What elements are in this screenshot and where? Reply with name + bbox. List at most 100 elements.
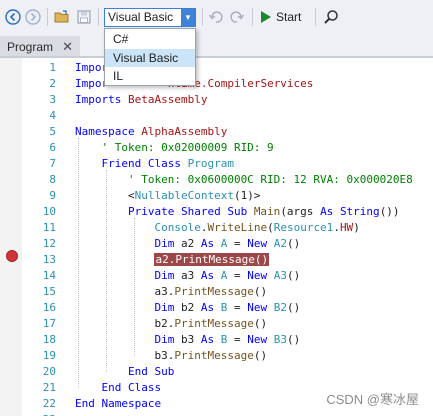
language-select[interactable]: Visual Basic ▼	[104, 8, 196, 27]
code-text[interactable]: <NullableContext(1)>	[75, 188, 260, 204]
line-number: 10	[42, 205, 56, 218]
code-text[interactable]: Console.WriteLine(Resource1.HW)	[75, 220, 360, 236]
code-text[interactable]: ' Token: 0x02000009 RID: 9	[75, 140, 273, 156]
toolbar: Visual Basic ▼ Start	[0, 0, 433, 34]
line-number: 7	[49, 157, 56, 170]
code-text[interactable]: Dim a3 As A = New A3()	[75, 268, 300, 284]
line-number: 11	[42, 221, 56, 234]
breakpoint-icon[interactable]	[6, 250, 18, 262]
code-text[interactable]: Dim b3 As B = New B3()	[75, 332, 300, 348]
indent-guide	[106, 170, 107, 372]
code-token: a3	[180, 269, 201, 282]
line-number: 16	[42, 301, 56, 314]
code-text[interactable]: End Class	[75, 380, 161, 396]
dropdown-item-csharp[interactable]: C#	[105, 30, 195, 48]
code-token: Private Shared Sub	[75, 205, 254, 218]
code-token: ()	[253, 349, 268, 362]
current-statement: a2.PrintMessage()	[154, 253, 270, 266]
code-token: Friend Class	[75, 157, 188, 170]
code-token: B	[220, 333, 234, 346]
dropdown-item-il[interactable]: IL	[105, 67, 195, 85]
code-token: Dim	[75, 301, 181, 314]
dropdown-item-visual-basic[interactable]: Visual Basic	[105, 49, 195, 67]
close-icon[interactable]: ✕	[62, 39, 73, 55]
code-text[interactable]: b3.PrintMessage()	[75, 348, 267, 364]
code-editor[interactable]: 1 Impor 2 Impor ntime.CompilerServices 3 Impo…	[0, 58, 433, 416]
code-text[interactable]: Dim a2 As A = New A2()	[75, 236, 300, 252]
code-text[interactable]: ' Token: 0x0600000C RID: 12 RVA: 0x00002…	[75, 172, 413, 188]
code-line: 17 b2.PrintMessage()	[0, 316, 433, 332]
code-token: Dim	[75, 269, 181, 282]
code-line: 19 b3.PrintMessage()	[0, 348, 433, 364]
code-text[interactable]: b2.PrintMessage()	[75, 316, 267, 332]
line-number: 3	[49, 93, 56, 106]
code-token: PrintMessage	[174, 349, 254, 362]
code-text[interactable]: Namespace AlphaAssembly	[75, 124, 227, 140]
language-dropdown-list: C# Visual Basic IL	[104, 28, 196, 86]
code-token: b3	[180, 333, 201, 346]
code-text[interactable]: a2.PrintMessage()	[75, 252, 270, 268]
code-token: As	[200, 333, 221, 346]
code-token: Namespace	[75, 125, 142, 138]
code-line: 13 a2.PrintMessage()	[0, 252, 433, 268]
code-token: b2	[180, 301, 201, 314]
code-token: End Namespace	[75, 397, 162, 410]
line-number: 12	[42, 237, 56, 250]
toolbar-separator	[202, 8, 203, 26]
code-token: NullableContext	[134, 189, 234, 202]
code-token: )	[353, 221, 360, 234]
line-number: 21	[42, 381, 56, 394]
code-text[interactable]: End Namespace	[75, 396, 161, 412]
code-token: String	[339, 205, 380, 218]
code-line: 1 Impor	[0, 60, 433, 76]
chevron-down-icon[interactable]: ▼	[181, 9, 195, 26]
code-text[interactable]: Dim b2 As B = New B2()	[75, 300, 300, 316]
code-token: A	[220, 269, 234, 282]
code-token: ()	[286, 237, 301, 250]
code-line: 3 Imports BetaAssembly	[0, 92, 433, 108]
indent-guide	[134, 218, 135, 356]
undo-icon[interactable]	[208, 9, 224, 25]
code-token: b2.	[75, 317, 175, 330]
code-token: Main	[253, 205, 281, 218]
code-line: 12 Dim a2 As A = New A2()	[0, 236, 433, 252]
line-number: 18	[42, 333, 56, 346]
code-token: <	[75, 189, 135, 202]
line-number: 13	[42, 253, 56, 266]
start-button[interactable]: Start	[261, 8, 301, 26]
code-token: PrintMessage	[174, 285, 254, 298]
toolbar-separator	[47, 8, 48, 26]
code-text[interactable]: a3.PrintMessage()	[75, 284, 267, 300]
line-number: 6	[49, 141, 56, 154]
line-number: 8	[49, 173, 56, 186]
code-token: Dim	[75, 237, 181, 250]
code-text[interactable]: End Sub	[75, 364, 174, 380]
line-number: 9	[49, 189, 56, 202]
code-line: 11 Console.WriteLine(Resource1.HW)	[0, 220, 433, 236]
code-token: HW	[339, 221, 354, 234]
line-number: 17	[42, 317, 56, 330]
code-token: (1)>	[233, 189, 261, 202]
code-token: A2	[273, 237, 287, 250]
search-icon[interactable]	[323, 9, 339, 25]
code-line: 10 Private Shared Sub Main(args As Strin…	[0, 204, 433, 220]
code-text[interactable]: Friend Class Program	[75, 156, 233, 172]
play-icon	[261, 11, 271, 23]
code-text[interactable]: Imports BetaAssembly	[75, 92, 207, 108]
code-token: PrintMessage	[174, 317, 254, 330]
redo-icon[interactable]	[229, 9, 245, 25]
tab-program[interactable]: Program ✕	[0, 36, 80, 58]
save-icon[interactable]	[76, 9, 92, 25]
forward-icon[interactable]	[25, 9, 41, 25]
code-token: ()	[253, 317, 268, 330]
back-icon[interactable]	[5, 9, 21, 25]
toolbar-separator	[252, 8, 253, 26]
code-line: 23	[0, 412, 433, 416]
line-number: 23	[28, 412, 56, 416]
code-token: A	[220, 237, 234, 250]
code-text[interactable]: Private Shared Sub Main(args As String()…	[75, 204, 400, 220]
code-token: Resource1	[273, 221, 334, 234]
code-token: Imports	[75, 93, 128, 106]
code-token: =	[233, 301, 248, 314]
open-folder-icon[interactable]	[54, 9, 70, 25]
